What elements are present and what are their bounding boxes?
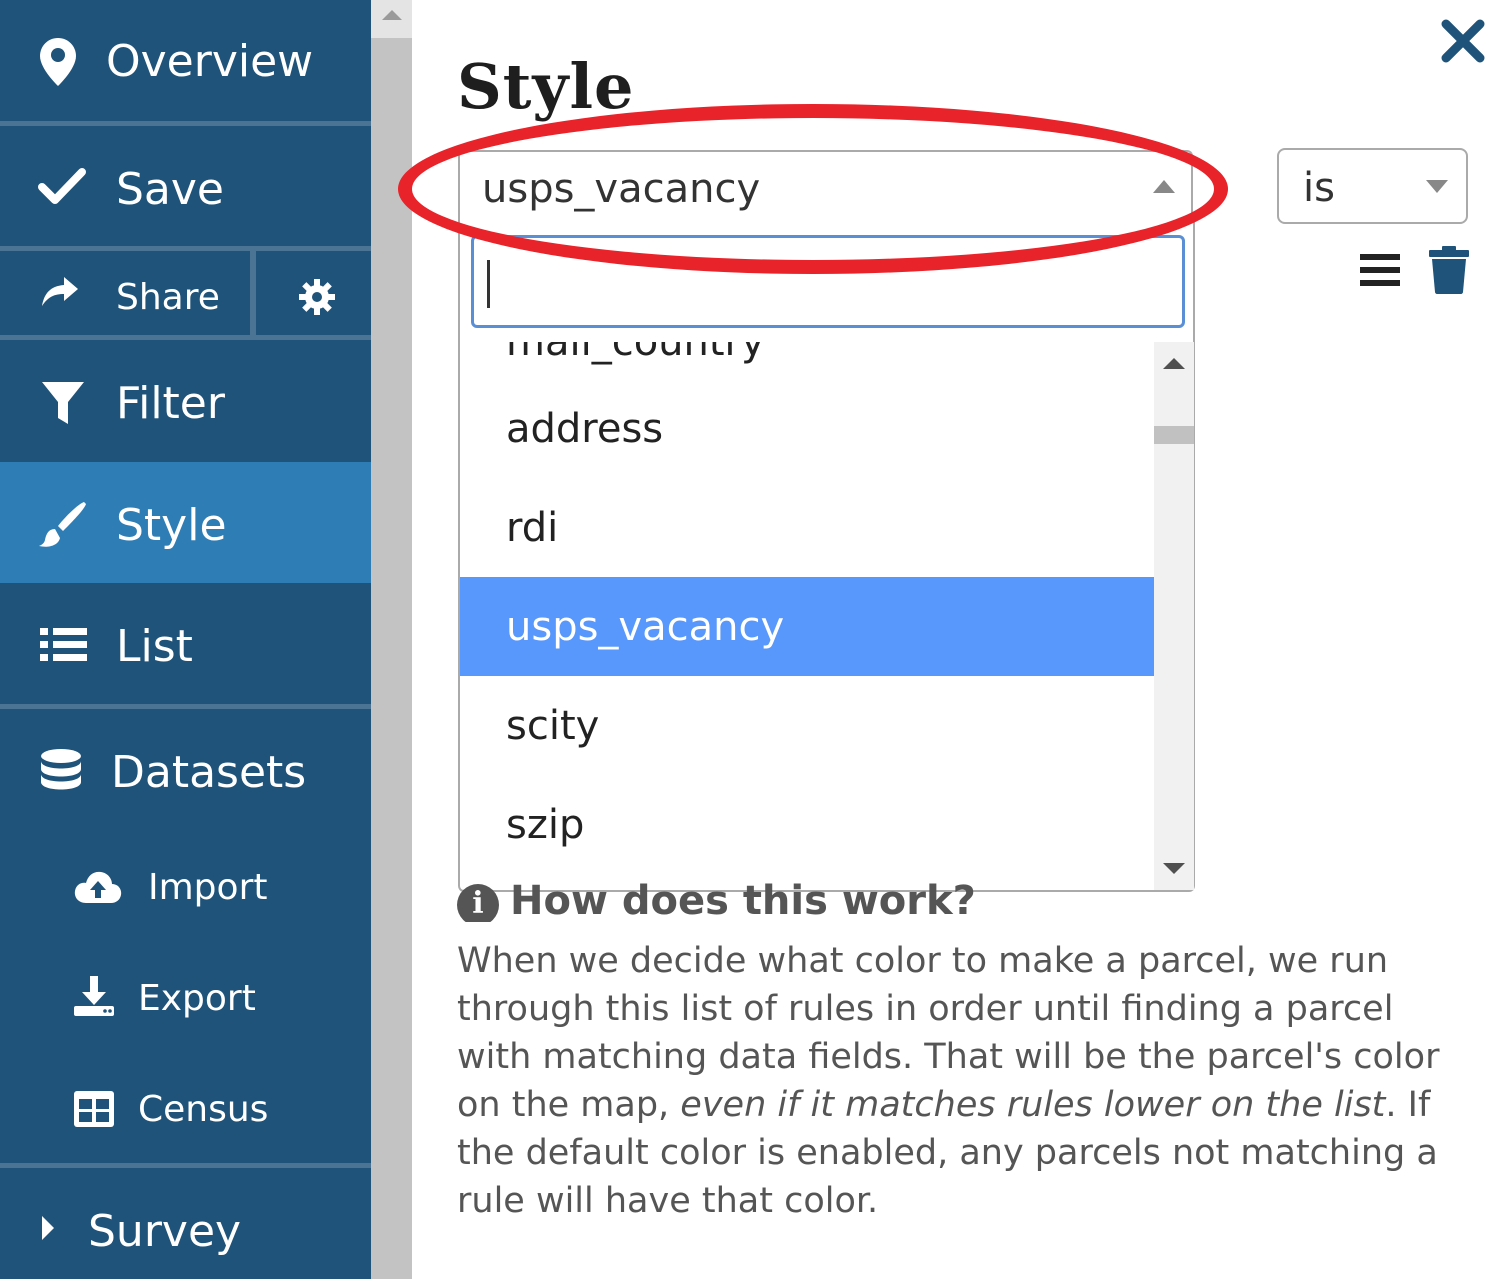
sidebar-item-label: Export	[138, 978, 256, 1019]
info-icon: i	[457, 884, 499, 922]
sidebar-item-filter[interactable]: Filter	[0, 340, 371, 462]
close-button[interactable]	[1440, 18, 1490, 68]
dropdown-option-selected[interactable]: usps_vacancy	[460, 577, 1154, 676]
text-caret	[487, 260, 490, 308]
sidebar: Overview Save Share Filter Style List Da…	[0, 0, 371, 1279]
share-icon	[40, 275, 80, 309]
sidebar-item-label: Save	[116, 164, 225, 215]
sidebar-item-datasets[interactable]: Datasets	[0, 709, 371, 831]
dropdown-option[interactable]: scity	[460, 676, 1154, 775]
sidebar-item-census[interactable]: Census	[0, 1053, 371, 1163]
sidebar-item-label: List	[116, 621, 193, 672]
close-icon	[1440, 19, 1486, 68]
scroll-up-arrow-icon	[382, 10, 402, 20]
sidebar-item-survey[interactable]: Survey	[0, 1168, 371, 1279]
sidebar-item-import[interactable]: Import	[0, 831, 371, 942]
sidebar-item-label: Import	[148, 867, 268, 908]
caret-down-icon	[1426, 180, 1448, 193]
operator-select[interactable]: is	[1277, 148, 1468, 224]
field-select[interactable]: usps_vacancy	[458, 150, 1193, 224]
scrollbar-thumb[interactable]	[1154, 426, 1194, 444]
list-icon	[40, 625, 88, 665]
sidebar-item-label: Datasets	[111, 747, 307, 798]
help-heading: i How does this work?	[457, 870, 1197, 922]
sidebar-item-label: Filter	[116, 378, 225, 429]
dropdown-option[interactable]: address	[460, 379, 1154, 478]
settings-button[interactable]	[256, 251, 371, 335]
delete-rule-button[interactable]	[1429, 246, 1469, 294]
dropdown-option[interactable]: rdi	[460, 478, 1154, 577]
sidebar-scrollbar[interactable]	[371, 0, 412, 1279]
map-marker-icon	[38, 38, 78, 86]
sidebar-item-save[interactable]: Save	[0, 126, 371, 246]
help-body: When we decide what color to make a parc…	[457, 937, 1467, 1225]
filter-icon	[40, 380, 86, 426]
sidebar-item-overview[interactable]: Overview	[0, 0, 371, 121]
cloud-upload-icon	[74, 869, 122, 905]
sidebar-item-label: Style	[116, 500, 227, 551]
help-body-emphasis: even if it matches rules lower on the li…	[680, 1085, 1386, 1125]
trash-icon	[1429, 246, 1469, 298]
dropdown-options-list: mail_country address rdi usps_vacancy sc…	[460, 342, 1154, 890]
caret-right-icon	[40, 1214, 56, 1242]
database-icon	[40, 749, 82, 795]
page-title: Style	[457, 50, 635, 123]
gear-icon	[298, 278, 336, 321]
table-icon	[74, 1091, 114, 1127]
sidebar-item-export[interactable]: Export	[0, 942, 371, 1053]
drag-handle[interactable]	[1360, 250, 1400, 290]
sidebar-item-list[interactable]: List	[0, 583, 371, 704]
paintbrush-icon	[38, 500, 88, 548]
sidebar-item-label: Overview	[106, 36, 314, 87]
operator-select-value: is	[1303, 165, 1335, 211]
sidebar-item-share[interactable]: Share	[0, 251, 250, 335]
caret-up-icon	[1153, 180, 1175, 193]
dropdown-search-input[interactable]	[471, 235, 1185, 328]
field-dropdown: mail_country address rdi usps_vacancy sc…	[458, 222, 1195, 892]
help-heading-text: How does this work?	[510, 878, 976, 922]
sidebar-item-label: Survey	[88, 1206, 242, 1257]
sidebar-item-label: Census	[138, 1089, 269, 1130]
sidebar-item-label: Share	[116, 277, 220, 318]
scroll-up-arrow-icon[interactable]	[1163, 358, 1185, 369]
bars-icon	[1360, 254, 1400, 294]
field-select-value: usps_vacancy	[482, 166, 761, 212]
sidebar-item-style[interactable]: Style	[0, 462, 371, 583]
download-icon	[74, 976, 114, 1016]
dropdown-scrollbar[interactable]	[1154, 342, 1194, 890]
dropdown-option[interactable]: szip	[460, 775, 1154, 874]
checkmark-icon	[38, 166, 86, 206]
